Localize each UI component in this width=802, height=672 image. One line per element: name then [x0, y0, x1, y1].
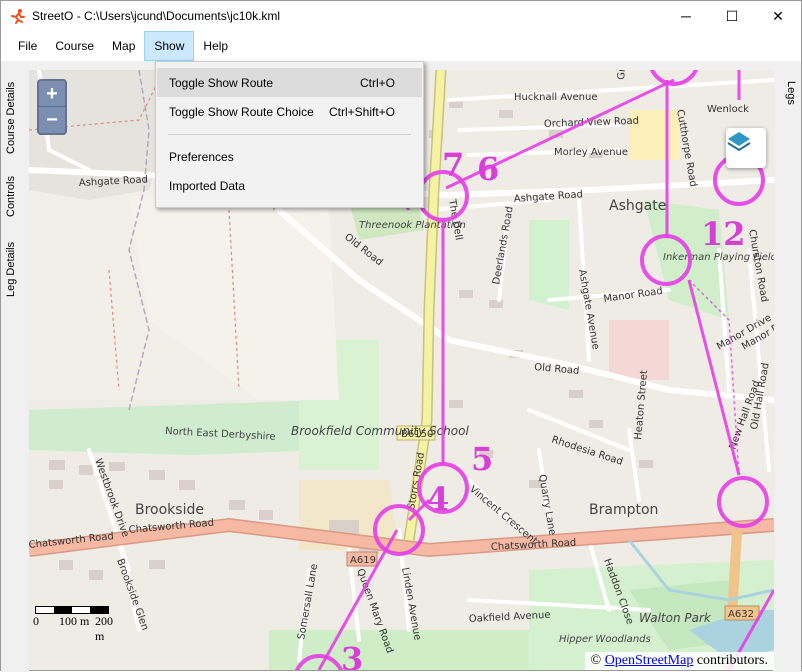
scale-label: 100 m — [59, 614, 90, 628]
scale-label: 0 — [33, 614, 39, 628]
layers-icon — [727, 132, 751, 152]
tab-legs[interactable]: Legs — [777, 78, 797, 108]
scale-bar: 0 100 m 200 m — [33, 606, 113, 643]
menu-show[interactable]: Show — [144, 31, 195, 61]
place-label: Hipper Woodlands — [559, 634, 651, 645]
road-ref: A632 — [728, 609, 754, 620]
zoom-control: + − — [37, 79, 67, 135]
road-ref: A619 — [350, 555, 376, 566]
window-title: StreetO - C:\Users\jcund\Documents\jc10k… — [32, 9, 281, 23]
menu-item-imported-data[interactable]: Imported Data — [157, 171, 422, 200]
menu-course[interactable]: Course — [46, 31, 103, 61]
menu-help[interactable]: Help — [194, 31, 237, 61]
place-label: Brookside — [135, 502, 204, 518]
place-label: Ashgate — [609, 198, 666, 214]
runner-app-icon — [11, 9, 25, 24]
menu-separator — [168, 134, 411, 135]
place-label: Walton Park — [639, 611, 712, 625]
menu-item-toggle-show-route-choice[interactable]: Toggle Show Route Choice Ctrl+Shift+O — [157, 97, 422, 126]
layers-button[interactable] — [726, 128, 766, 168]
tab-course-details[interactable]: Course Details — [5, 78, 25, 158]
control-number: 5 — [471, 440, 493, 478]
road-label: Morley Avenue — [554, 147, 628, 158]
control-number: 6 — [477, 150, 499, 188]
zoom-out-button[interactable]: − — [39, 107, 65, 133]
map-attribution: © OpenStreetMap contributors. — [584, 652, 774, 670]
road-label: Wenlock — [707, 104, 749, 115]
control-number: 3 — [341, 640, 363, 670]
show-menu-dropdown: Toggle Show Route Ctrl+O Toggle Show Rou… — [155, 61, 424, 208]
control-number: 12 — [701, 215, 746, 253]
close-button[interactable]: ✕ — [755, 1, 801, 31]
place-label: Brampton — [589, 502, 658, 518]
control-number: 7 — [442, 146, 464, 184]
zoom-in-button[interactable]: + — [39, 81, 65, 107]
menu-file[interactable]: File — [9, 31, 46, 61]
tab-controls[interactable]: Controls — [5, 172, 25, 222]
menu-item-preferences[interactable]: Preferences — [157, 142, 422, 171]
place-label: Inkerman Playing Fields — [663, 252, 774, 263]
tab-leg-details[interactable]: Leg Details — [5, 238, 25, 300]
menu-map[interactable]: Map — [103, 31, 144, 61]
minimize-button[interactable]: ─ — [663, 1, 709, 31]
place-label: Threenook Plantation — [359, 220, 466, 231]
menu-bar: File Course Map Show Help — [1, 31, 801, 61]
title-bar[interactable]: StreetO - C:\Users\jcund\Documents\jc10k… — [1, 1, 801, 31]
control-number: 4 — [427, 480, 449, 518]
app-window: StreetO - C:\Users\jcund\Documents\jc10k… — [0, 0, 802, 672]
menu-item-toggle-show-route[interactable]: Toggle Show Route Ctrl+O — [157, 68, 422, 97]
openstreetmap-link[interactable]: OpenStreetMap — [605, 653, 694, 668]
right-dock-tabs: Legs — [773, 62, 801, 672]
left-dock-tabs: Course Details Controls Leg Details — [1, 62, 29, 672]
maximize-button[interactable]: ☐ — [709, 1, 755, 31]
scale-label: 200 m — [95, 614, 113, 643]
road-label: Hucknall Avenue — [514, 92, 598, 103]
